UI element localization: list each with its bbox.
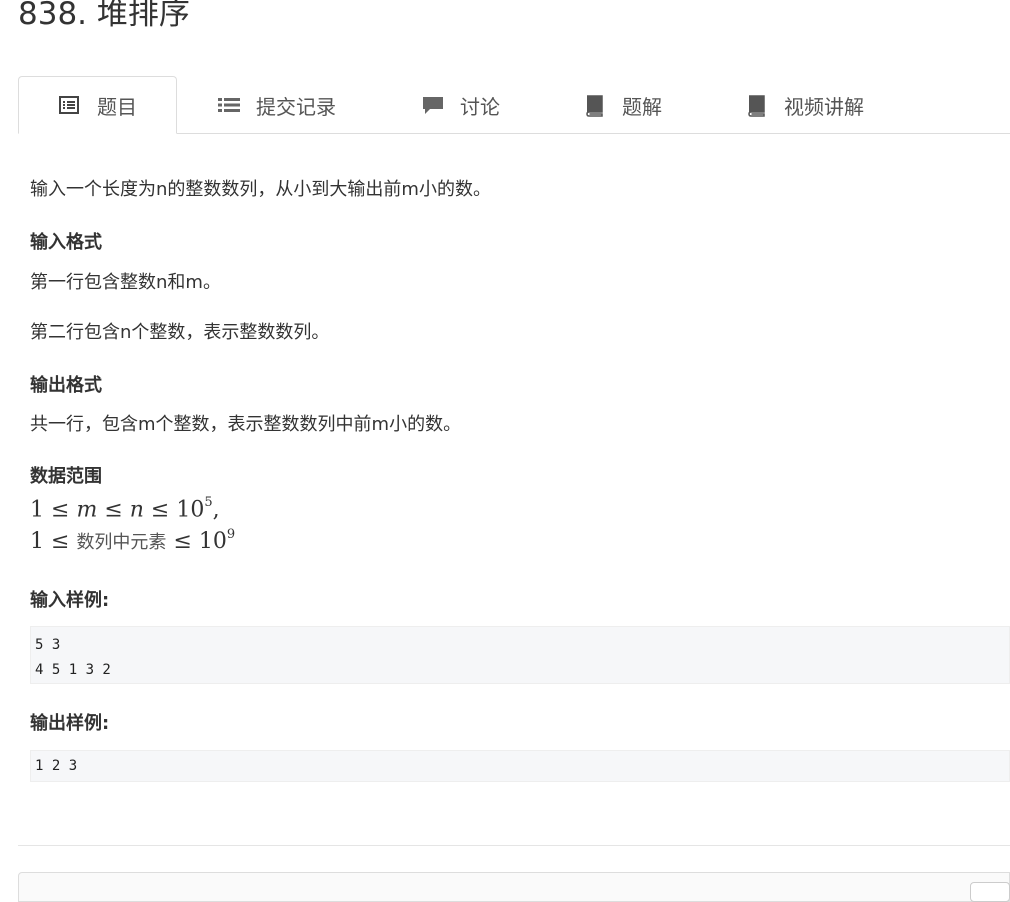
section-divider [18, 845, 1010, 846]
tab-label: 题解 [622, 94, 662, 119]
sample-input-code: 5 3 4 5 1 3 2 [30, 626, 1010, 684]
sample-output-code: 1 2 3 [30, 750, 1010, 782]
tab-video-explanation[interactable]: 视频讲解 [746, 76, 864, 134]
input-format-line-1: 第一行包含整数n和m。 [30, 272, 221, 293]
output-format-line-1: 共一行，包含m个整数，表示整数数列中前m小的数。 [30, 414, 462, 435]
tab-problem[interactable]: 题目 [18, 76, 177, 134]
book-icon [746, 95, 766, 117]
problem-intro: 输入一个长度为n的整数数列，从小到大输出前m小的数。 [30, 179, 491, 200]
tab-label: 题目 [97, 94, 137, 119]
code-editor-panel [18, 872, 1010, 902]
list-icon [218, 95, 240, 115]
tab-solutions[interactable]: 题解 [584, 76, 662, 134]
book-icon [584, 95, 604, 117]
list-alt-icon [59, 95, 79, 115]
tab-submissions[interactable]: 提交记录 [218, 76, 336, 134]
sample-output-heading: 输出样例: [30, 713, 110, 734]
output-format-heading: 输出格式 [30, 375, 102, 396]
tab-label: 讨论 [460, 94, 500, 119]
input-format-heading: 输入格式 [30, 232, 102, 253]
input-format-line-2: 第二行包含n个整数，表示整数数列。 [30, 322, 330, 343]
tab-label: 提交记录 [256, 94, 336, 119]
range-formula-2: 1 ≤ 数列中元素 ≤ 109 [30, 526, 236, 554]
range-formula-1: 1 ≤ m ≤ n ≤ 105, [30, 495, 220, 523]
page-title: 838. 堆排序 [18, 0, 190, 32]
problem-tabs: 题目 提交记录 讨论 题解 视频讲解 [18, 76, 1010, 134]
editor-button[interactable] [970, 882, 1010, 902]
sample-input-heading: 输入样例: [30, 590, 110, 611]
comment-icon [422, 95, 443, 115]
tab-label: 视频讲解 [784, 94, 864, 119]
data-range-heading: 数据范围 [30, 466, 102, 487]
tab-discussion[interactable]: 讨论 [422, 76, 500, 134]
